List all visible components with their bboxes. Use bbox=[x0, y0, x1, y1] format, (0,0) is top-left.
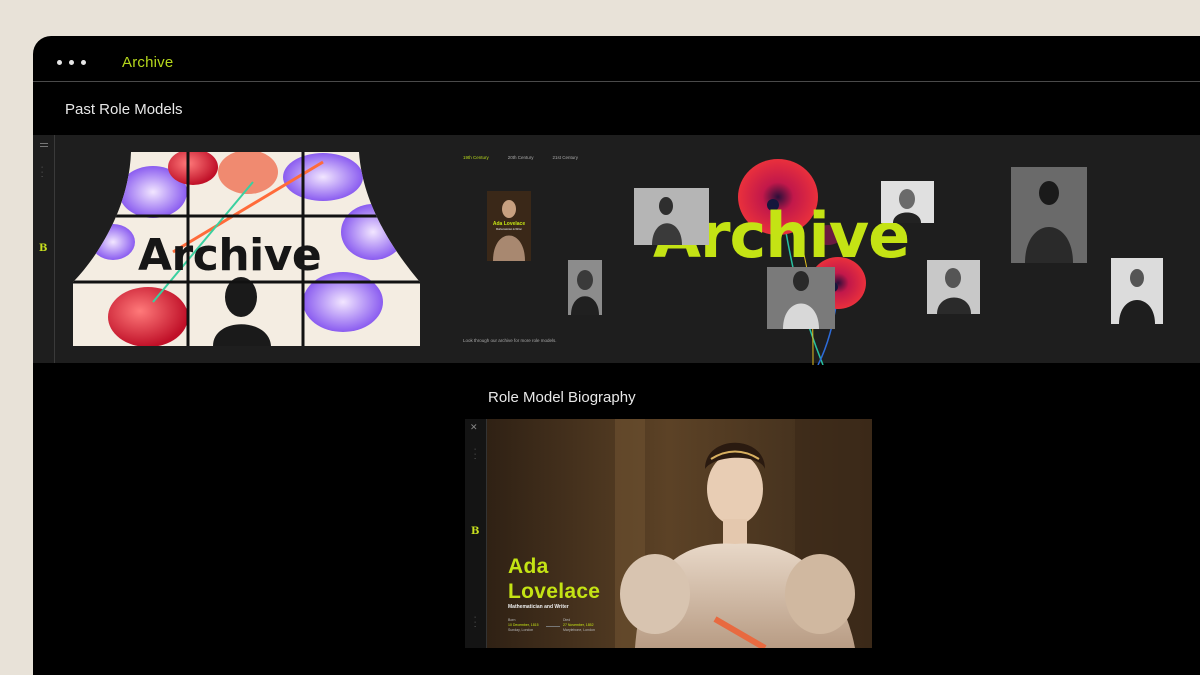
biography-role: Mathematician and Writer bbox=[508, 604, 569, 610]
born-place: Sunday, London bbox=[508, 628, 534, 632]
portrait-photo[interactable] bbox=[767, 267, 835, 329]
name-line-1: Ada bbox=[508, 555, 549, 578]
portrait-photo[interactable] bbox=[1011, 167, 1087, 263]
ada-lovelace-portrait bbox=[465, 419, 872, 648]
brand-logo[interactable]: B bbox=[39, 243, 47, 254]
section-title-past-role-models: Past Role Models bbox=[65, 101, 183, 118]
portrait-ada-lovelace-card[interactable]: Ada Lovelace Mathematician & Writer bbox=[487, 191, 531, 261]
died-place: Marylebone, London bbox=[563, 628, 595, 632]
portrait-photo[interactable] bbox=[568, 260, 602, 315]
side-rail: ✕ ▪ ▪ ▪ B ▪ ▪ ▪ bbox=[465, 419, 487, 648]
side-rail: ▪ ▪ ▪ B bbox=[33, 135, 55, 363]
name-line-2: Lovelace bbox=[508, 580, 601, 603]
portrait-photo[interactable] bbox=[1111, 258, 1163, 324]
birth-info: Born 10 December, 1815 Sunday, London bbox=[508, 618, 539, 633]
archive-caption: Look through our archive for more role m… bbox=[463, 338, 557, 343]
rail-label: ▪ ▪ ▪ bbox=[473, 447, 477, 461]
biography-name: Ada Lovelace bbox=[508, 554, 600, 604]
portrait-photo[interactable] bbox=[634, 188, 709, 245]
dot-icon bbox=[81, 60, 86, 65]
close-icon[interactable]: ✕ bbox=[470, 422, 478, 433]
portrait-photo[interactable] bbox=[927, 260, 980, 314]
window-controls[interactable] bbox=[57, 60, 86, 65]
section-title-biography: Role Model Biography bbox=[488, 389, 636, 406]
dot-icon bbox=[57, 60, 62, 65]
century-tabs: 19th Century 20th Century 21st Century bbox=[463, 155, 578, 160]
app-window: Archive Past Role Models ▪ ▪ ▪ B Archive… bbox=[33, 36, 1200, 675]
portrait-photo[interactable] bbox=[881, 181, 934, 223]
dot-icon bbox=[69, 60, 74, 65]
death-info: Died 27 November, 1852 Marylebone, Londo… bbox=[563, 618, 595, 633]
window-title: Archive bbox=[122, 54, 174, 71]
menu-icon[interactable] bbox=[40, 143, 48, 144]
rail-label: ▪ ▪ ▪ bbox=[40, 165, 44, 179]
card-name: Ada Lovelace bbox=[492, 221, 526, 227]
tab-20th-century[interactable]: 20th Century bbox=[508, 155, 534, 160]
card-role: Mathematician & Writer bbox=[496, 228, 522, 231]
biography-screen-preview[interactable]: ✕ ▪ ▪ ▪ B ▪ ▪ ▪ Ada Lovelace Mathematici… bbox=[465, 419, 872, 648]
hero-archive-title: Archive bbox=[138, 230, 322, 281]
title-bar: Archive bbox=[33, 36, 1200, 82]
archive-hero-illustration: Archive bbox=[73, 152, 420, 346]
brand-logo[interactable]: B bbox=[471, 526, 479, 537]
date-divider bbox=[546, 626, 560, 627]
archive-screen-preview[interactable]: ▪ ▪ ▪ B Archive 19th Century 20th Centur… bbox=[33, 135, 1200, 365]
tab-21st-century[interactable]: 21st Century bbox=[553, 155, 579, 160]
tab-19th-century[interactable]: 19th Century bbox=[463, 155, 489, 160]
rail-label: ▪ ▪ ▪ bbox=[473, 615, 477, 629]
